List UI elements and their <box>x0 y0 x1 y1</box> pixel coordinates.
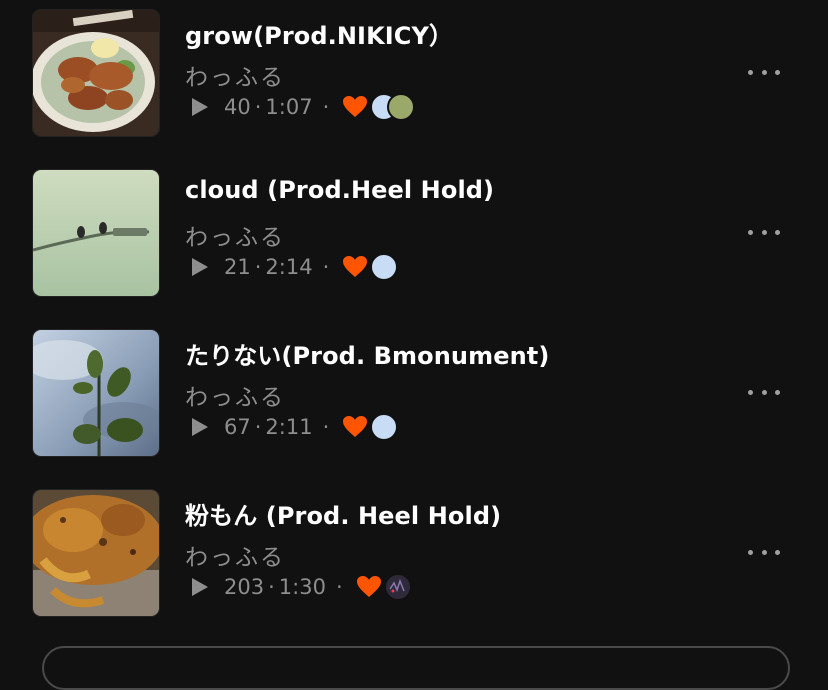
separator: · <box>322 255 330 279</box>
track-title[interactable]: cloud (Prod.Heel Hold) <box>185 176 494 204</box>
play-count: 203 <box>224 575 265 599</box>
heart-icon[interactable] <box>342 415 368 439</box>
play-icon <box>191 97 209 117</box>
liker-avatar[interactable] <box>383 573 412 601</box>
track-meta: 67 · 2:11 · <box>191 411 399 443</box>
play-icon <box>191 577 209 597</box>
track-meta: 21 · 2:14 · <box>191 251 399 283</box>
track-duration: 2:11 <box>265 415 313 439</box>
track-row[interactable]: grow(Prod.NIKICY） わっふる 40 · 1:07 · <box>0 0 828 160</box>
separator: · <box>254 95 262 119</box>
track-meta: 203 · 1:30 · <box>191 571 412 603</box>
track-row[interactable]: たりない(Prod. Bmonument) わっふる 67 · 2:11 · <box>0 320 828 480</box>
track-artist[interactable]: わっふる <box>185 538 285 572</box>
more-options-button[interactable] <box>748 540 780 564</box>
track-duration: 1:30 <box>278 575 326 599</box>
track-artwork[interactable] <box>33 10 159 136</box>
more-icon <box>748 549 753 555</box>
heart-icon[interactable] <box>356 575 382 599</box>
play-count: 67 <box>224 415 251 439</box>
liker-avatar[interactable] <box>370 413 399 441</box>
track-artwork[interactable] <box>33 170 159 296</box>
separator: · <box>254 255 262 279</box>
track-artist[interactable]: わっふる <box>185 378 285 412</box>
track-artwork[interactable] <box>33 490 159 616</box>
liker-avatar[interactable] <box>370 253 399 281</box>
more-options-button[interactable] <box>748 60 780 84</box>
track-duration: 2:14 <box>265 255 313 279</box>
track-title[interactable]: 粉もん (Prod. Heel Hold) <box>185 496 501 531</box>
liker-avatar[interactable] <box>387 93 416 121</box>
track-title[interactable]: grow(Prod.NIKICY） <box>185 16 453 51</box>
track-artwork[interactable] <box>33 330 159 456</box>
track-row[interactable]: 粉もん (Prod. Heel Hold) わっふる 203 · 1:30 · <box>0 480 828 640</box>
heart-icon[interactable] <box>342 255 368 279</box>
more-options-button[interactable] <box>748 220 780 244</box>
play-count: 40 <box>224 95 251 119</box>
separator: · <box>322 415 330 439</box>
track-artist[interactable]: わっふる <box>185 58 285 92</box>
bottom-bar[interactable] <box>42 646 790 690</box>
track-duration: 1:07 <box>265 95 313 119</box>
heart-icon[interactable] <box>342 95 368 119</box>
track-artist[interactable]: わっふる <box>185 218 285 252</box>
separator: · <box>322 95 330 119</box>
play-icon <box>191 417 209 437</box>
more-icon <box>748 229 753 235</box>
separator: · <box>268 575 275 599</box>
more-icon <box>748 389 753 395</box>
play-count: 21 <box>224 255 251 279</box>
separator: · <box>335 575 343 599</box>
track-title[interactable]: たりない(Prod. Bmonument) <box>185 336 549 371</box>
track-meta: 40 · 1:07 · <box>191 91 416 123</box>
more-options-button[interactable] <box>748 380 780 404</box>
separator: · <box>254 415 262 439</box>
track-row[interactable]: cloud (Prod.Heel Hold) わっふる 21 · 2:14 · <box>0 160 828 320</box>
play-icon <box>191 257 209 277</box>
more-icon <box>748 69 753 75</box>
